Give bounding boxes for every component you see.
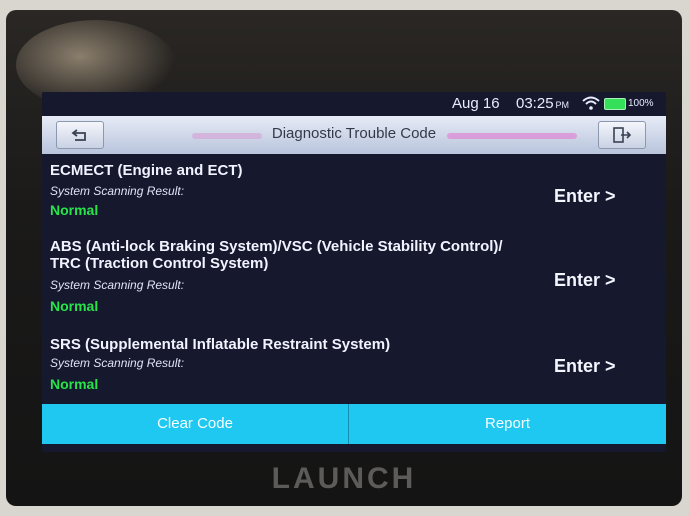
screen: Aug 16 03:25 PM 100% Diagnostic Trouble C… [42,92,666,452]
scan-status: Normal [50,298,99,314]
status-bar: Aug 16 03:25 PM 100% [42,92,666,116]
system-list: ECMECT (Engine and ECT) System Scanning … [42,154,666,404]
system-name: ABS (Anti-lock Braking System)/VSC (Vehi… [50,238,503,272]
system-item: ABS (Anti-lock Braking System)/VSC (Vehi… [42,234,666,322]
status-date: Aug 16 [452,95,500,112]
battery-icon [604,98,626,110]
system-item: ECMECT (Engine and ECT) System Scanning … [42,158,666,220]
system-item: SRS (Supplemental Inflatable Restraint S… [42,332,666,400]
exit-icon [613,127,632,143]
system-name: ECMECT (Engine and ECT) [50,162,243,179]
enter-button[interactable]: Enter > [554,270,616,291]
scan-tool-device: Aug 16 03:25 PM 100% Diagnostic Trouble C… [6,10,682,506]
report-button[interactable]: Report [349,404,666,444]
clear-code-button[interactable]: Clear Code [42,404,349,444]
title-bar: Diagnostic Trouble Code [42,116,666,154]
scan-result-label: System Scanning Result: [50,356,185,370]
status-ampm: PM [555,100,570,110]
scan-result-label: System Scanning Result: [50,278,185,292]
scan-result-label: System Scanning Result: [50,184,185,198]
status-time-value: 03:25 [516,95,554,112]
action-bar: Clear Code Report [42,404,666,444]
wifi-icon [582,96,600,110]
exit-button[interactable] [598,121,646,149]
system-name: SRS (Supplemental Inflatable Restraint S… [50,336,391,353]
scan-status: Normal [50,202,99,218]
brand-logo: LAUNCH [271,462,417,495]
scan-status: Normal [50,376,99,392]
enter-button[interactable]: Enter > [554,356,616,377]
enter-button[interactable]: Enter > [554,186,616,207]
page-title: Diagnostic Trouble Code [271,125,437,142]
battery-percent: 100% [628,98,654,109]
status-time: 03:25 PM [516,95,569,112]
